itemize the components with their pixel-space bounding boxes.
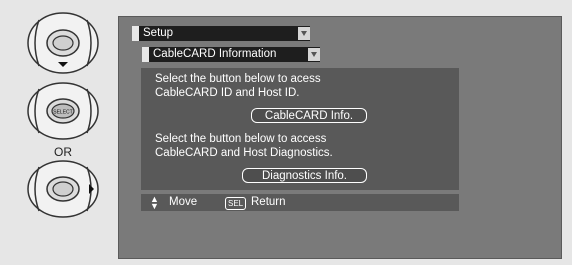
cablecard-id-description: Select the button below to acess CableCA… (155, 72, 321, 100)
dpad-right-icon (27, 160, 99, 218)
description-line: Select the button below to acess (155, 73, 321, 85)
dropdown-arrow-icon (308, 48, 320, 61)
or-label: OR (54, 145, 72, 159)
description-line: Select the button below to access (155, 133, 327, 145)
dpad-select-icon: SELECT (27, 82, 99, 140)
dpad-down-icon (27, 12, 99, 74)
select-key-label: SELECT (53, 110, 72, 116)
cablecard-information-menu-bar[interactable]: CableCARD Information (142, 47, 320, 62)
menu-marker-icon (132, 26, 139, 41)
dropdown-arrow-icon (298, 27, 310, 40)
description-line: CableCARD and Host Diagnostics. (155, 147, 333, 159)
cablecard-information-label: CableCARD Information (153, 48, 277, 60)
diagnostics-description: Select the button below to access CableC… (155, 132, 333, 160)
setup-menu-bar[interactable]: Setup (132, 26, 310, 41)
description-line: CableCARD ID and Host ID. (155, 87, 300, 99)
remote-control-illustration: SELECT OR (0, 0, 115, 265)
diagnostics-info-button[interactable]: Diagnostics Info. (242, 168, 367, 183)
cablecard-info-panel: Select the button below to acess CableCA… (141, 68, 459, 190)
cablecard-info-button[interactable]: CableCARD Info. (251, 108, 367, 123)
sel-key-icon: SEL (225, 197, 247, 210)
navigation-hint-bar: ▲ ▼ Move SEL Return (141, 194, 459, 211)
move-hint-label: Move (169, 196, 198, 208)
return-hint-label: Return (251, 196, 286, 208)
up-down-arrows-icon: ▲ ▼ (150, 194, 159, 211)
menu-marker-icon (142, 47, 149, 62)
setup-menu-label: Setup (143, 27, 174, 39)
tv-screen: Setup CableCARD Information Select the b… (118, 16, 562, 259)
